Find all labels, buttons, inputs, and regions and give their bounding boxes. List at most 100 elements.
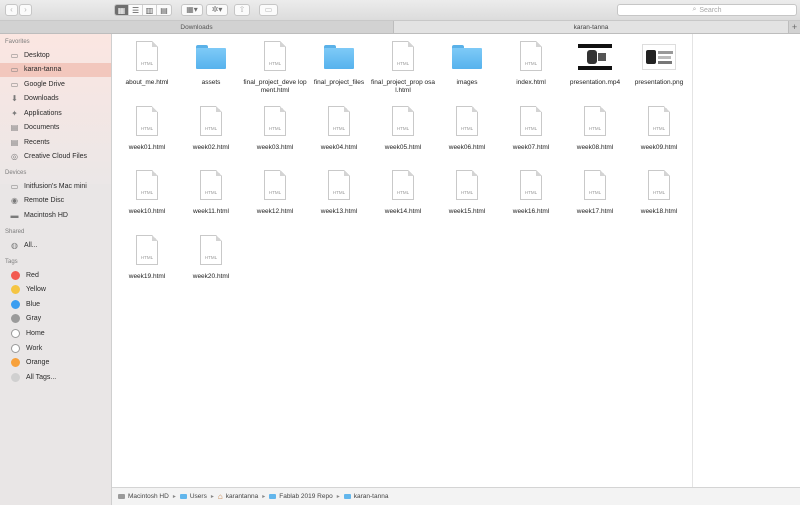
sidebar-item-applications[interactable]: ✦ Applications <box>0 106 111 120</box>
file-name: week04.html <box>320 143 358 151</box>
file-item[interactable]: HTML week13.html <box>307 165 371 225</box>
sidebar-item-macintosh-hd[interactable]: ▬ Macintosh HD <box>0 208 111 222</box>
html-badge: HTML <box>204 254 218 260</box>
html-file-icon: HTML <box>388 105 418 140</box>
file-item[interactable]: HTML week06.html <box>435 101 499 161</box>
tag-label: Red <box>26 271 39 279</box>
recents-icon: ▤ <box>10 137 19 147</box>
path-crumb[interactable]: Users <box>179 493 207 500</box>
gear-icon: ✲▾ <box>211 5 223 14</box>
documents-icon: ▤ <box>10 123 19 132</box>
file-item[interactable]: final_project_files <box>307 36 371 96</box>
sidebar-item-label: Downloads <box>24 95 59 102</box>
folder-icon: ▭ <box>10 65 19 74</box>
search-icon: ⌕ <box>692 6 697 13</box>
icon-view-button[interactable]: ▦ <box>115 5 130 15</box>
image-thumbnail-icon <box>642 41 676 75</box>
path-crumb[interactable]: Fablab 2019 Repo <box>269 493 333 500</box>
sidebar-tag-orange[interactable]: Orange <box>0 356 111 370</box>
file-item[interactable]: images <box>435 36 499 96</box>
file-item[interactable]: HTML week02.html <box>179 101 243 161</box>
file-item[interactable]: HTML week03.html <box>243 101 307 161</box>
sidebar-tag-all-tags-[interactable]: All Tags... <box>0 370 111 384</box>
file-item[interactable]: HTML week14.html <box>371 165 435 225</box>
sidebar-item-google-drive[interactable]: ▭ Google Drive <box>0 77 111 91</box>
tag-label: Gray <box>26 315 42 323</box>
file-item[interactable]: HTML final_project_deve lopment.html <box>243 36 307 96</box>
sidebar-item-all-[interactable]: ◍ All... <box>0 238 111 252</box>
harddisk-icon <box>118 494 125 499</box>
file-item[interactable]: HTML week17.html <box>563 165 627 225</box>
file-item[interactable]: HTML week01.html <box>115 101 179 161</box>
sidebar-tag-home[interactable]: Home <box>0 326 111 340</box>
folder-icon <box>343 494 351 499</box>
share-button[interactable]: ⇧ <box>234 4 250 16</box>
file-item[interactable]: assets <box>179 36 243 96</box>
file-name: presentation.mp4 <box>569 79 621 86</box>
sidebar-item-recents[interactable]: ▤ Recents <box>0 135 111 149</box>
sidebar-item-desktop[interactable]: ▭ Desktop <box>0 48 111 62</box>
html-badge: HTML <box>588 125 602 131</box>
sidebar-item-documents[interactable]: ▤ Documents <box>0 121 111 135</box>
sidebar-item-remote-disc[interactable]: ◉ Remote Disc <box>0 194 111 208</box>
file-item[interactable]: HTML week09.html <box>627 101 691 161</box>
tab-downloads[interactable]: Downloads <box>0 21 394 33</box>
network-icon: ◍ <box>11 240 18 250</box>
sidebar-item-karan-tanna[interactable]: ▭ karan-tanna <box>0 62 111 77</box>
path-crumb[interactable]: ⌂ karantanna <box>218 492 258 501</box>
sidebar-item-creative-cloud-files[interactable]: ◎ Creative Cloud Files <box>0 150 111 164</box>
path-crumb-label: karantanna <box>225 493 259 500</box>
tag-color-dot-icon <box>11 270 20 280</box>
file-item[interactable]: HTML about_me.html <box>115 36 179 96</box>
forward-button[interactable]: › <box>19 4 32 16</box>
sidebar-tag-red[interactable]: Red <box>0 268 111 282</box>
sidebar-tag-gray[interactable]: Gray <box>0 312 111 326</box>
file-item[interactable]: HTML week15.html <box>435 165 499 225</box>
html-badge: HTML <box>140 125 154 131</box>
html-badge: HTML <box>460 190 474 195</box>
search-input[interactable]: ⌕ Search <box>617 4 797 16</box>
file-item[interactable]: HTML week08.html <box>563 101 627 161</box>
file-item[interactable]: HTML week20.html <box>179 230 243 290</box>
file-item[interactable]: HTML week12.html <box>243 165 307 225</box>
path-crumb[interactable]: karan-tanna <box>343 493 388 500</box>
file-item[interactable]: presentation.mp4 <box>563 36 627 96</box>
sidebar-tag-blue[interactable]: Blue <box>0 297 111 311</box>
html-badge: HTML <box>588 190 602 195</box>
file-item[interactable]: HTML week10.html <box>115 165 179 225</box>
file-item[interactable]: HTML week18.html <box>627 165 691 225</box>
sidebar-item-initfusion-s-mac-mini[interactable]: ▭ Initfusion's Mac mini <box>0 179 111 193</box>
sidebar-item-label: Initfusion's Mac mini <box>24 182 87 190</box>
list-view-button[interactable]: ☰ <box>129 5 144 15</box>
html-badge: HTML <box>396 190 410 195</box>
sidebar-item-downloads[interactable]: ⬇ Downloads <box>0 92 111 106</box>
back-button[interactable]: ‹ <box>5 4 18 16</box>
file-name: week02.html <box>192 143 230 151</box>
chevron-right-icon: › <box>24 5 27 14</box>
column-view-button[interactable]: ▥ <box>143 5 158 15</box>
file-item[interactable]: HTML final_project_prop osal.html <box>371 36 435 96</box>
disc-icon: ◉ <box>11 196 18 205</box>
file-item[interactable]: HTML week16.html <box>499 165 563 225</box>
tag-button[interactable]: ▭ <box>259 4 278 16</box>
file-name: week13.html <box>320 208 358 215</box>
action-button[interactable]: ✲▾ <box>206 4 228 16</box>
path-crumb[interactable]: Macintosh HD <box>118 493 169 500</box>
sidebar-tag-yellow[interactable]: Yellow <box>0 283 111 297</box>
tab-label: karan-tanna <box>573 23 609 31</box>
file-name: week14.html <box>384 208 422 215</box>
file-item[interactable]: HTML index.html <box>499 36 563 96</box>
html-badge: HTML <box>204 190 218 195</box>
path-crumb-label: Users <box>189 493 207 500</box>
file-item[interactable]: HTML week07.html <box>499 101 563 161</box>
file-item[interactable]: presentation.png <box>627 36 691 96</box>
sidebar-tag-work[interactable]: Work <box>0 341 111 355</box>
file-item[interactable]: HTML week11.html <box>179 165 243 225</box>
add-tab-button[interactable]: + <box>789 21 800 33</box>
file-item[interactable]: HTML week19.html <box>115 230 179 290</box>
file-item[interactable]: HTML week05.html <box>371 101 435 161</box>
tab-karan-tanna[interactable]: karan-tanna <box>394 21 789 33</box>
group-button[interactable]: ▦▾ <box>181 4 203 16</box>
file-item[interactable]: HTML week04.html <box>307 101 371 161</box>
gallery-view-button[interactable]: ▤ <box>157 5 171 15</box>
